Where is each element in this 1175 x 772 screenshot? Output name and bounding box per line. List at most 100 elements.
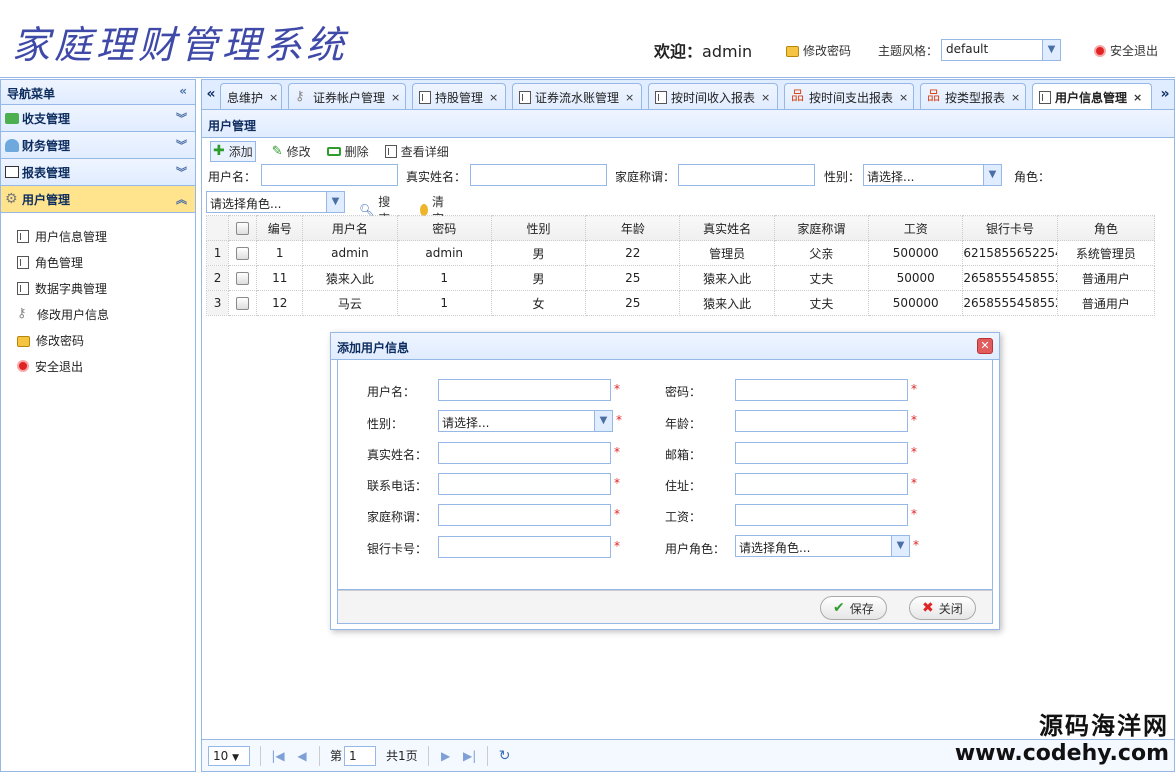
search-realname-input[interactable] [470,164,607,186]
table-row[interactable]: 3 12 马云 1 女 25 猿来入此 丈夫 500000 2658555458… [205,290,1156,316]
tab-income-report[interactable]: 按时间收入报表 × [648,83,778,110]
close-icon[interactable]: ✕ [977,338,993,354]
close-icon[interactable]: × [761,91,770,104]
check-icon: ✔ [833,600,845,616]
sidebar-item-logout[interactable]: 安全退出 [1,353,195,379]
prev-page-icon[interactable]: ◀ [295,749,309,763]
row-checkbox[interactable] [236,297,250,310]
close-icon[interactable]: × [489,91,498,104]
logout-link[interactable]: 安全退出 [1094,42,1158,59]
page-size-select[interactable]: 10 ▼ [208,745,250,766]
column-header[interactable]: 角色 [1056,215,1156,241]
tab-scroll-right-icon[interactable]: » [1156,80,1174,109]
search-family-input[interactable] [678,164,815,186]
detail-button[interactable]: 查看详细 [384,143,449,160]
column-header[interactable]: 用户名 [302,215,398,241]
close-button[interactable]: ✖ 关闭 [909,596,976,620]
column-header[interactable]: 编号 [256,215,304,241]
theme-select[interactable]: default ▼ [941,39,1061,61]
refresh-icon[interactable]: ↻ [498,748,512,764]
phone-field[interactable] [438,473,611,495]
delete-button[interactable]: 删除 [326,143,369,160]
close-icon[interactable]: × [1133,91,1142,104]
required-mark: * [614,445,620,459]
sidebar: 导航菜单 « 收支管理 ︾ 财务管理 ︾ 报表管理 ︾ ⚙ 用户管理 ︽ 用户信… [0,79,196,772]
required-mark: * [614,539,620,553]
save-button[interactable]: ✔ 保存 [820,596,887,620]
document-icon [519,90,531,104]
table-row[interactable]: 1 1 admin admin 男 22 管理员 父亲 500000 62158… [205,240,1156,266]
edit-button[interactable]: ✎ 修改 [272,143,311,160]
family-field[interactable] [438,504,611,526]
collapse-left-icon[interactable]: « [179,84,187,98]
sidebar-item-edit-user[interactable]: ⚷ 修改用户信息 [1,301,195,327]
salary-field[interactable] [735,504,908,526]
report-icon [655,90,667,104]
column-header[interactable]: 银行卡号 [962,215,1058,241]
required-mark: * [911,476,917,490]
required-mark: * [614,476,620,490]
sidebar-item-dictionary[interactable]: 数据字典管理 [1,275,195,301]
tab-expense-report[interactable]: 品按时间支出报表 × [784,83,914,110]
close-icon[interactable]: × [899,91,908,104]
document-icon [17,229,29,243]
column-header[interactable]: 家庭称谓 [773,215,870,241]
close-icon[interactable]: × [391,91,400,104]
tab-info-maintenance[interactable]: 息维护 × [220,83,282,110]
welcome-text: 欢迎：admin [654,42,753,61]
password-field[interactable] [735,379,908,401]
realname-field[interactable] [438,442,611,464]
tab-type-report[interactable]: 品按类型报表 × [920,83,1026,110]
row-checkbox[interactable] [236,247,250,260]
minus-icon [326,146,341,156]
address-field[interactable] [735,473,908,495]
change-password-link[interactable]: 修改密码 [786,42,851,59]
column-header[interactable]: 密码 [396,215,492,241]
next-page-icon[interactable]: ▶ [439,749,453,763]
toolbar: ✚ 添加 ✎ 修改 删除 查看详细 [202,138,1174,164]
tab-user-info[interactable]: 用户信息管理 × [1032,83,1152,111]
column-header[interactable]: 年龄 [585,215,681,241]
close-icon[interactable]: × [269,91,278,104]
bankcard-label: 银行卡号： [367,542,428,556]
sidebar-section-reports[interactable]: 报表管理 ︾ [1,159,195,186]
expand-icon: ︾ [176,166,187,179]
column-header[interactable]: 真实姓名 [679,215,775,241]
select-all-checkbox[interactable] [236,222,250,235]
table-row[interactable]: 2 11 猿来入此 1 男 25 猿来入此 丈夫 50000 265855545… [205,265,1156,291]
chevron-down-icon: ▼ [1042,40,1060,60]
email-field[interactable] [735,442,908,464]
app-logo: 家庭理财管理系统 [12,23,349,67]
age-field[interactable] [735,410,908,432]
sidebar-section-finance[interactable]: 财务管理 ︾ [1,132,195,159]
tab-securities-account[interactable]: ⚷ 证券帐户管理 × [288,83,406,110]
sidebar-item-user-info[interactable]: 用户信息管理 [1,223,195,249]
sidebar-section-users[interactable]: ⚙ 用户管理 ︽ [1,186,195,213]
tab-scroll-left-icon[interactable]: « [202,80,220,109]
role-select[interactable]: 请选择角色... ▼ [735,535,910,557]
sex-select[interactable]: 请选择... ▼ [438,410,613,432]
search-sex-select[interactable]: 请选择... ▼ [863,164,1002,186]
last-page-icon[interactable]: ▶| [463,749,477,763]
family-label: 家庭称谓： [367,510,428,524]
page-prefix: 第 [330,749,343,763]
page-number-input[interactable]: 1 [344,745,377,766]
sidebar-section-income[interactable]: 收支管理 ︾ [1,105,195,132]
sidebar-item-roles[interactable]: 角色管理 [1,249,195,275]
close-icon[interactable]: × [1011,91,1020,104]
close-icon[interactable]: × [625,91,634,104]
column-header[interactable]: 工资 [868,215,964,241]
user-table: 编号 用户名 密码 性别 年龄 真实姓名 家庭称谓 工资 银行卡号 角色 1 1… [205,215,1156,316]
tab-holdings[interactable]: 持股管理 × [412,83,506,110]
row-checkbox[interactable] [236,272,250,285]
add-icon: ✚ [213,143,225,159]
search-role-select[interactable]: 请选择角色... ▼ [206,191,345,213]
sidebar-item-change-password[interactable]: 修改密码 [1,327,195,353]
tab-securities-ledger[interactable]: 证券流水账管理 × [512,83,642,110]
search-username-input[interactable] [261,164,398,186]
username-field[interactable] [438,379,611,401]
column-header[interactable]: 性别 [490,215,587,241]
bankcard-field[interactable] [438,536,611,558]
first-page-icon[interactable]: |◀ [271,749,285,763]
add-button[interactable]: ✚ 添加 [210,140,256,162]
